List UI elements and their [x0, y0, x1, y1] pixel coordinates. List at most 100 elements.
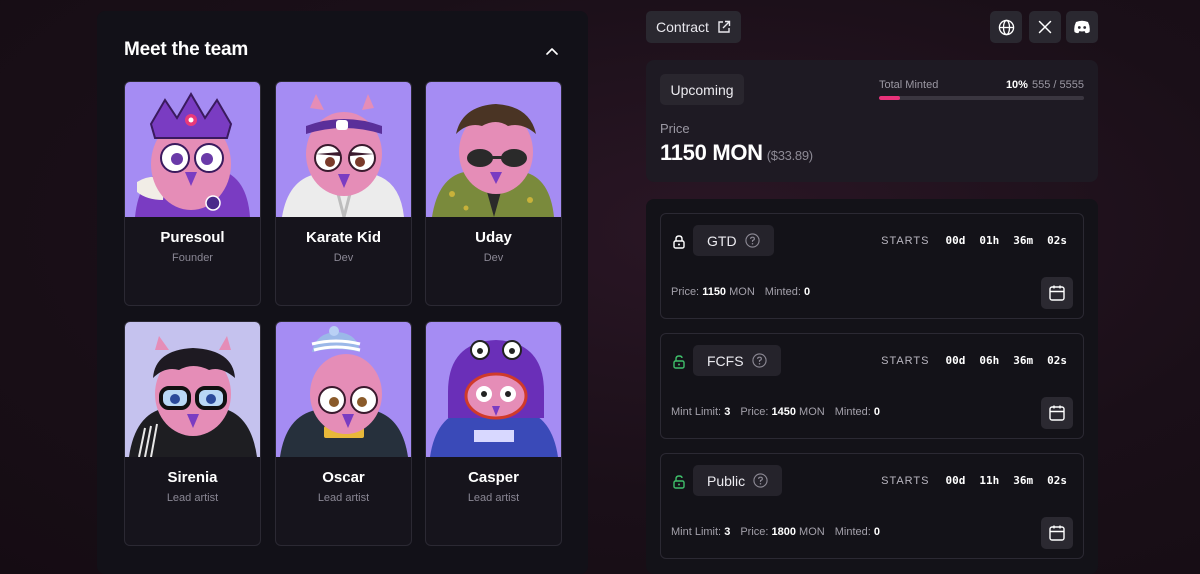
- minted-percent: 10%: [1005, 79, 1028, 91]
- add-to-calendar-button[interactable]: [1041, 277, 1073, 309]
- member-role: Dev: [483, 252, 504, 264]
- member-name: Karate Kid: [305, 229, 382, 246]
- mint-limit-label: Mint Limit:: [671, 526, 722, 538]
- countdown-hours: 11h: [979, 474, 1000, 487]
- team-card: Casper Lead artist: [425, 321, 562, 546]
- countdown-minutes: 36m: [1013, 474, 1034, 487]
- minted-detail-label: Minted:: [834, 406, 871, 418]
- avatar-image: [276, 82, 411, 217]
- member-role: Lead artist: [166, 492, 219, 504]
- phase-name-button[interactable]: FCFS: [693, 345, 781, 376]
- price-detail-unit: MON: [729, 286, 755, 298]
- phase-price: Price: 1150 MON: [671, 286, 755, 298]
- price-detail-label: Price:: [671, 286, 700, 298]
- price-detail-value: 1150: [702, 286, 727, 298]
- help-icon[interactable]: [751, 353, 767, 368]
- status-badge: Upcoming: [660, 74, 744, 105]
- add-to-calendar-button[interactable]: [1041, 517, 1073, 549]
- countdown-minutes: 36m: [1013, 354, 1034, 367]
- member-name: Sirenia: [167, 469, 218, 486]
- price-detail-label: Price:: [740, 406, 769, 418]
- help-icon[interactable]: [744, 233, 760, 248]
- phase-card-fcfs: FCFS STARTS 00d 06h 36m 02s Mint Limit: …: [660, 333, 1084, 439]
- phase-name-button[interactable]: Public: [693, 465, 783, 496]
- phase-mint-limit: Mint Limit: 3: [671, 526, 730, 538]
- price-detail-label: Price:: [740, 526, 769, 538]
- team-panel: Meet the team Puresoul Founder Karate Ki…: [97, 11, 588, 574]
- countdown: STARTS 00d 11h 36m 02s: [881, 474, 1067, 487]
- mint-phases-panel: GTD STARTS 00d 01h 36m 02s Price: 1150 M…: [646, 199, 1098, 574]
- avatar-image: [426, 322, 561, 457]
- price-detail-value: 1800: [771, 526, 796, 538]
- price-detail-value: 1450: [771, 406, 796, 418]
- starts-label: STARTS: [881, 234, 930, 247]
- price-detail-unit: MON: [799, 406, 825, 418]
- discord-button[interactable]: [1066, 11, 1098, 43]
- mint-status-panel: Upcoming Total Minted 10% 555 / 5555 Pric…: [646, 60, 1098, 182]
- countdown-days: 00d: [945, 234, 966, 247]
- discord-icon: [1074, 20, 1090, 34]
- phase-minted: Minted: 0: [835, 406, 880, 418]
- avatar-image: [125, 82, 260, 217]
- lock-icon: [673, 235, 685, 249]
- x-icon: [1038, 20, 1052, 34]
- total-minted-label: Total Minted: [879, 79, 939, 91]
- phase-name: FCFS: [707, 352, 744, 369]
- member-role: Lead artist: [467, 492, 520, 504]
- member-role: Dev: [333, 252, 354, 264]
- minted-detail-value: 0: [873, 526, 880, 538]
- phase-name: GTD: [707, 232, 737, 249]
- minted-progress-bar: [879, 96, 1084, 100]
- calendar-icon: [1049, 525, 1065, 541]
- unlock-icon: [673, 355, 685, 369]
- phase-mint-limit: Mint Limit: 3: [671, 406, 730, 418]
- countdown-hours: 06h: [979, 354, 1000, 367]
- member-name: Oscar: [322, 469, 365, 486]
- mint-limit-value: 3: [724, 406, 731, 418]
- team-card: Karate Kid Dev: [275, 81, 412, 306]
- total-supply: 5555: [1059, 79, 1084, 91]
- countdown: STARTS 00d 01h 36m 02s: [881, 234, 1067, 247]
- mint-limit-value: 3: [724, 526, 731, 538]
- collapse-button[interactable]: [540, 41, 564, 61]
- countdown-days: 00d: [945, 354, 966, 367]
- minted-detail-value: 0: [873, 406, 880, 418]
- phase-details: Price: 1150 MON Minted: 0: [671, 286, 810, 298]
- minted-detail-label: Minted:: [764, 286, 801, 298]
- help-icon[interactable]: [753, 473, 768, 488]
- phase-minted: Minted: 0: [765, 286, 810, 298]
- member-role: Founder: [172, 252, 213, 264]
- phase-details: Mint Limit: 3 Price: 1800 MON Minted: 0: [671, 526, 880, 538]
- website-button[interactable]: [990, 11, 1022, 43]
- external-link-icon: [718, 20, 731, 33]
- phase-name-button[interactable]: GTD: [693, 225, 774, 256]
- starts-label: STARTS: [881, 354, 930, 367]
- team-title: Meet the team: [124, 39, 249, 60]
- countdown: STARTS 00d 06h 36m 02s: [881, 354, 1067, 367]
- phase-minted: Minted: 0: [835, 526, 880, 538]
- minted-separator: /: [1053, 79, 1057, 91]
- add-to-calendar-button[interactable]: [1041, 397, 1073, 429]
- price-usd: ($33.89): [766, 148, 813, 163]
- member-name: Uday: [475, 229, 512, 246]
- countdown-minutes: 36m: [1013, 234, 1034, 247]
- member-role: Lead artist: [317, 492, 370, 504]
- minted-detail-value: 0: [803, 286, 811, 298]
- countdown-seconds: 02s: [1047, 234, 1067, 247]
- chevron-up-icon: [546, 48, 558, 55]
- x-twitter-button[interactable]: [1029, 11, 1061, 43]
- total-minted-stats: 10% 555 / 5555: [1006, 79, 1084, 91]
- phase-details: Mint Limit: 3 Price: 1450 MON Minted: 0: [671, 406, 880, 418]
- contract-button[interactable]: Contract: [646, 11, 741, 43]
- price-label: Price: [660, 121, 690, 136]
- team-card: Puresoul Founder: [124, 81, 261, 306]
- minted-count: 555: [1031, 79, 1051, 91]
- phase-card-public: Public STARTS 00d 11h 36m 02s Mint Limit…: [660, 453, 1084, 559]
- member-name: Casper: [468, 469, 519, 486]
- avatar-image: [125, 322, 260, 457]
- price-value: 1150 MON ($33.89): [660, 140, 813, 166]
- contract-label: Contract: [656, 19, 709, 35]
- countdown-days: 00d: [945, 474, 966, 487]
- phase-price: Price: 1450 MON: [740, 406, 824, 418]
- minted-detail-label: Minted:: [834, 526, 871, 538]
